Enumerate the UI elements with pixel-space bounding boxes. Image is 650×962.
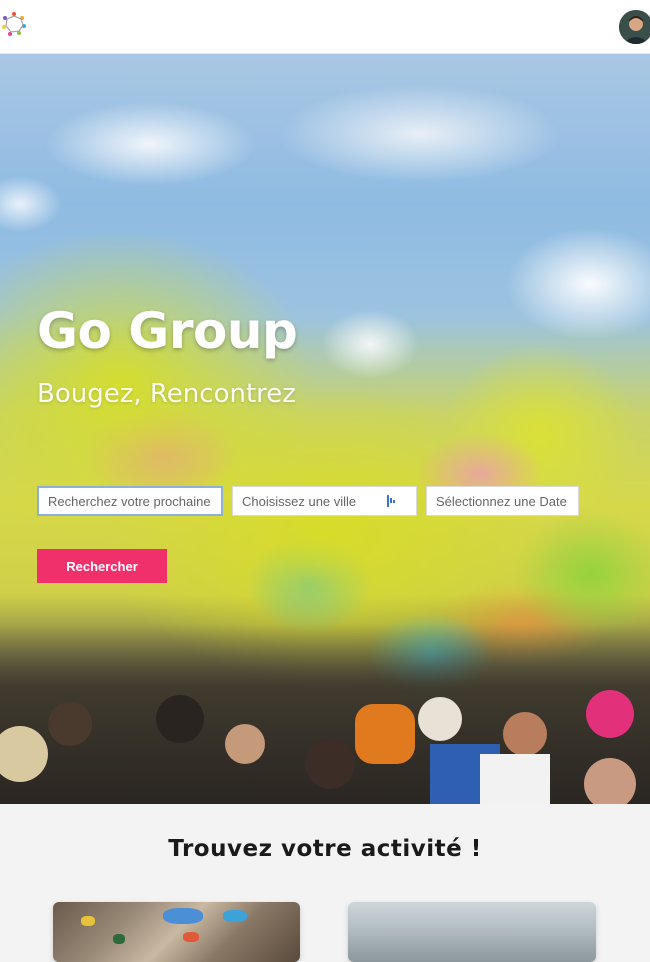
section-title: Trouvez votre activité ! xyxy=(168,836,482,862)
crowd-illustration xyxy=(0,624,650,804)
hero-subtitle: Bougez, Rencontrez xyxy=(37,379,296,409)
climbing-hold-icon xyxy=(113,934,125,944)
activity-search-input[interactable] xyxy=(37,486,223,516)
date-select-input[interactable] xyxy=(426,486,579,516)
activity-card-climbing[interactable] xyxy=(53,902,300,962)
climbing-hold-icon xyxy=(163,908,203,924)
climbing-hold-icon xyxy=(223,910,247,922)
activity-card-lake[interactable] xyxy=(348,902,596,962)
location-pin-icon[interactable] xyxy=(385,494,397,508)
user-avatar[interactable] xyxy=(619,10,650,44)
search-button[interactable]: Rechercher xyxy=(37,549,167,583)
climbing-hold-icon xyxy=(183,932,199,942)
top-navigation-bar xyxy=(0,0,650,54)
climbing-hold-icon xyxy=(81,916,95,926)
user-avatar-icon xyxy=(619,10,650,44)
logo-icon[interactable] xyxy=(0,8,30,40)
hero-banner: Go Group Bougez, Rencontrez Rechercher xyxy=(0,54,650,804)
hero-title: Go Group xyxy=(37,302,298,360)
